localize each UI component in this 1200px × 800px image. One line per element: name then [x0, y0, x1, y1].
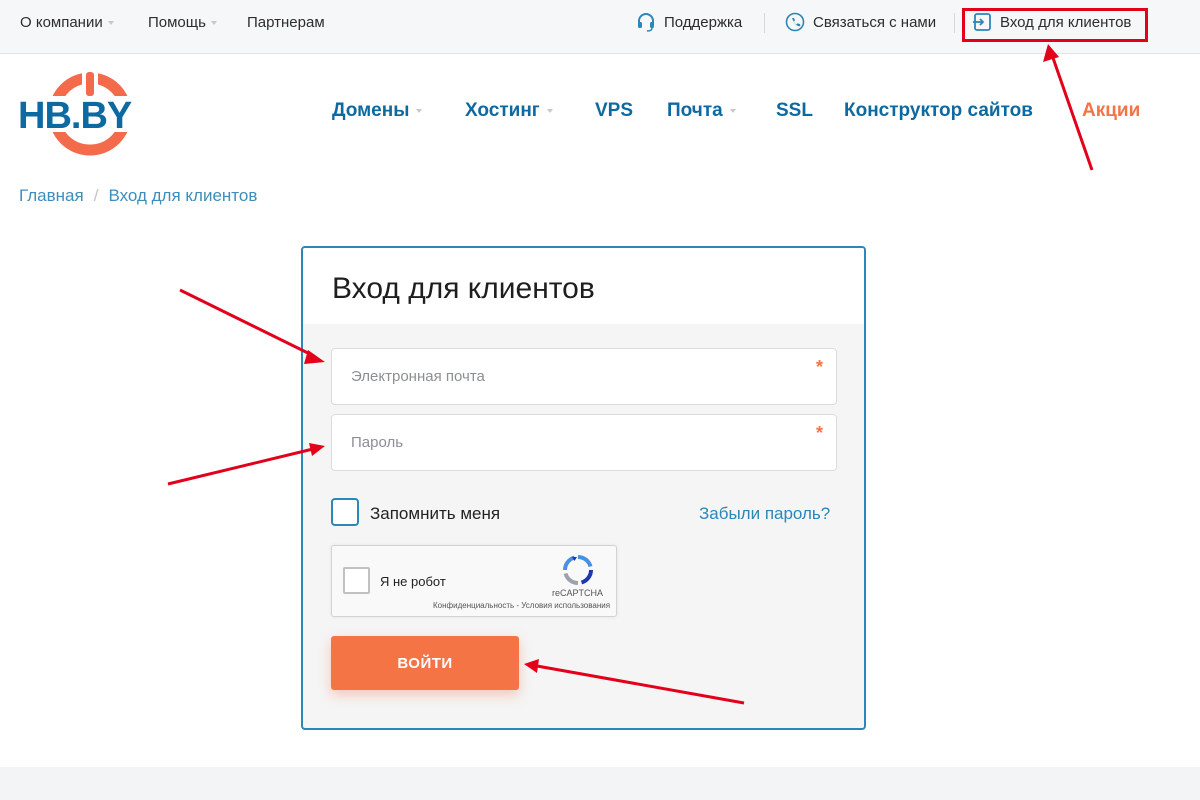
- recaptcha-brand: reCAPTCHA: [552, 588, 604, 598]
- required-marker: *: [816, 357, 824, 377]
- recaptcha-checkbox[interactable]: [343, 567, 370, 594]
- chevron-down-icon: [210, 21, 217, 26]
- nav-ssl[interactable]: SSL: [776, 100, 813, 122]
- chevron-down-icon: [107, 21, 114, 26]
- recaptcha-icon: [563, 555, 593, 585]
- login-link-highlight-frame: [962, 8, 1148, 42]
- footer-band: [0, 767, 1200, 800]
- logo-text: HB.BY: [18, 95, 132, 137]
- headset-icon: [638, 13, 654, 32]
- breadcrumb: Главная / Вход для клиентов: [19, 186, 257, 206]
- login-card-header: Вход для клиентов: [303, 248, 864, 324]
- recaptcha-label: Я не робот: [380, 574, 446, 589]
- forgot-password-link[interactable]: Забыли пароль?: [699, 504, 830, 524]
- recaptcha-widget: Я не робот reCAPTCHA Конфиденциальность …: [331, 545, 617, 617]
- remember-me-checkbox[interactable]: [331, 498, 359, 526]
- recaptcha-legal-links[interactable]: Конфиденциальность - Условия использован…: [433, 601, 610, 610]
- topbar-about-link[interactable]: О компании: [20, 0, 114, 46]
- nav-domains[interactable]: Домены: [332, 100, 423, 122]
- login-submit-button[interactable]: ВОЙТИ: [331, 636, 519, 690]
- chevron-down-icon: [416, 108, 423, 113]
- nav-vps[interactable]: VPS: [595, 100, 633, 122]
- chevron-down-icon: [729, 108, 736, 113]
- topbar-help-link[interactable]: Помощь: [148, 0, 217, 46]
- breadcrumb-home[interactable]: Главная: [19, 186, 84, 205]
- chevron-down-icon: [546, 108, 553, 113]
- topbar-divider: [954, 13, 955, 33]
- phone-icon: [785, 12, 805, 32]
- topbar-divider: [764, 13, 765, 33]
- site-logo[interactable]: HB.BY: [18, 70, 166, 158]
- remember-me-label[interactable]: Запомнить меня: [370, 504, 500, 524]
- login-card: Вход для клиентов * * Запомнить меня Заб…: [301, 246, 866, 730]
- nav-hosting[interactable]: Хостинг: [465, 100, 553, 122]
- password-input[interactable]: [331, 414, 837, 471]
- breadcrumb-separator: /: [93, 186, 99, 205]
- topbar-support-link[interactable]: Поддержка: [636, 0, 742, 46]
- email-input[interactable]: [331, 348, 837, 405]
- topbar-contact-link[interactable]: Связаться с нами: [785, 0, 936, 46]
- nav-site-builder[interactable]: Конструктор сайтов: [844, 100, 1033, 122]
- nav-promotions[interactable]: Акции: [1082, 100, 1140, 122]
- nav-mail[interactable]: Почта: [667, 100, 736, 122]
- topbar-partners-link[interactable]: Партнерам: [247, 0, 325, 46]
- page-title: Вход для клиентов: [332, 272, 595, 305]
- required-marker: *: [816, 423, 824, 443]
- breadcrumb-current[interactable]: Вход для клиентов: [108, 186, 257, 205]
